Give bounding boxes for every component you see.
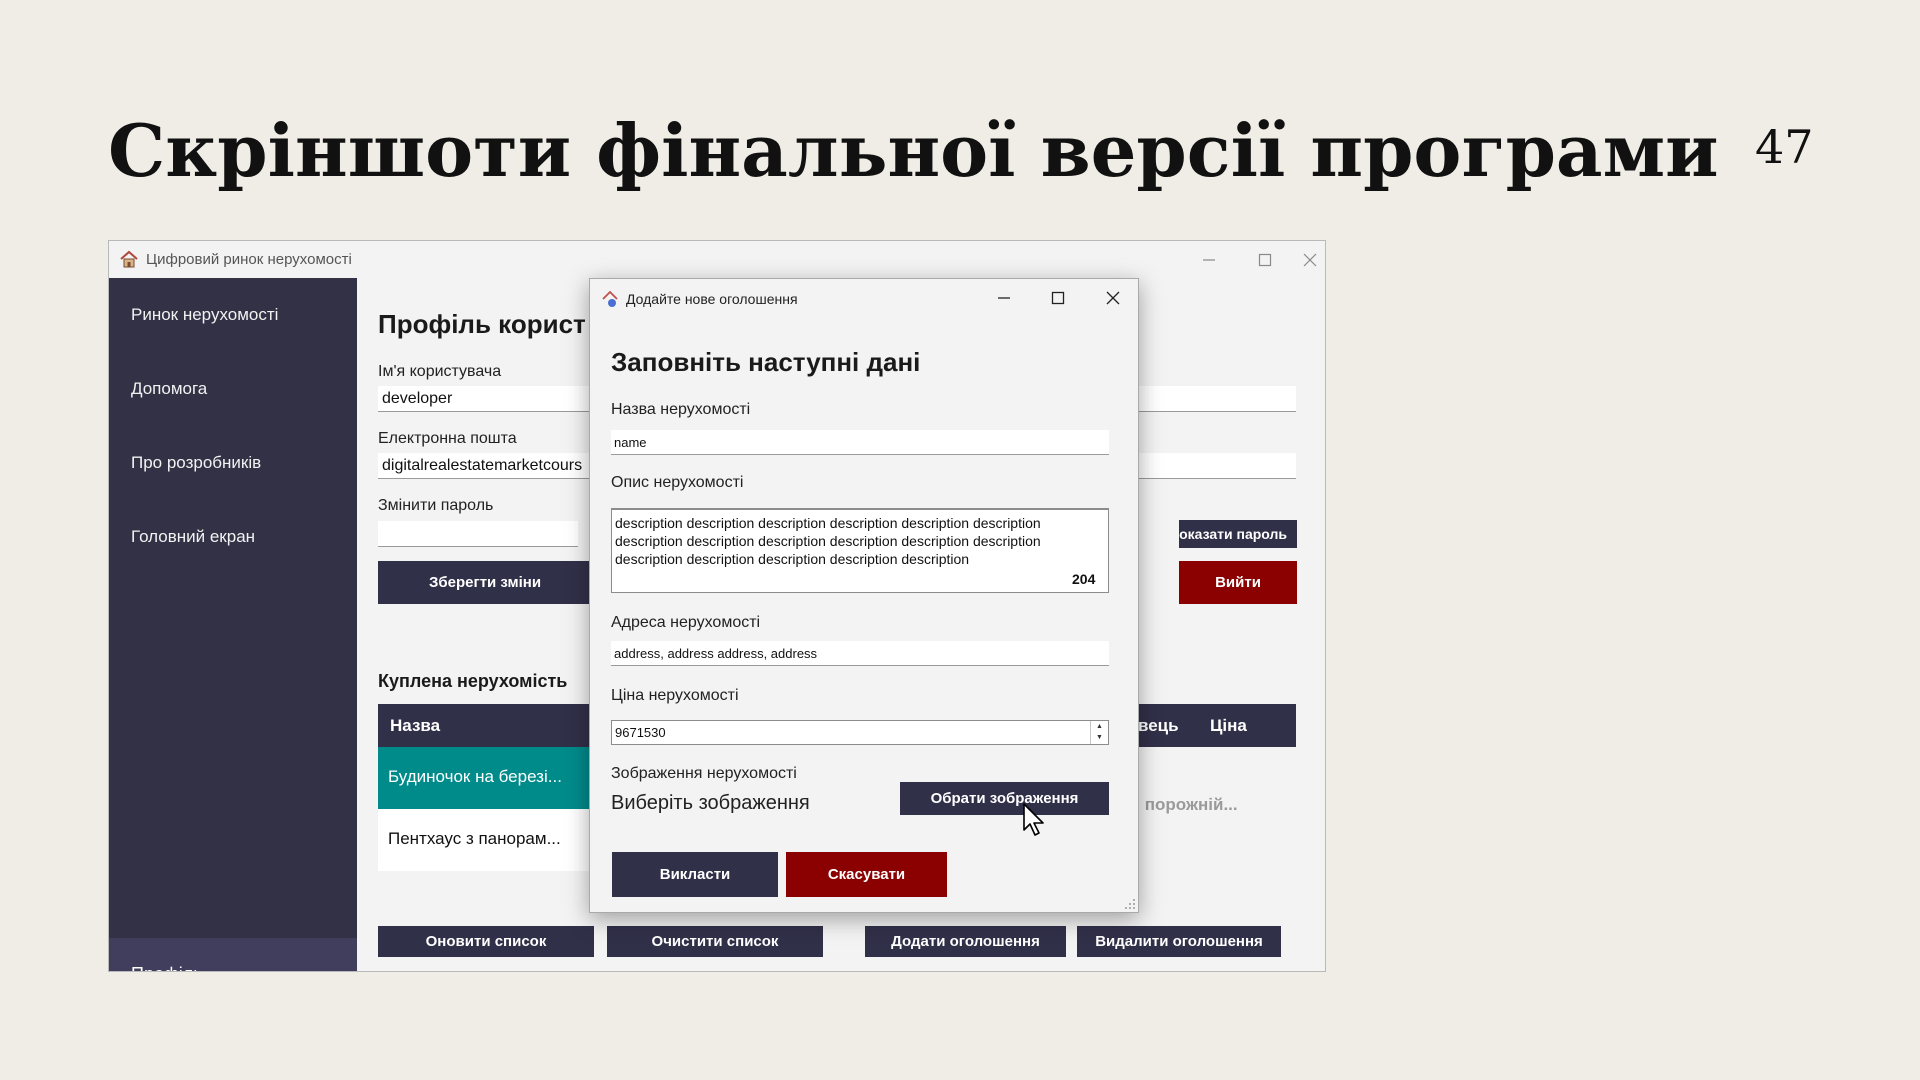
- sidebar-item-market[interactable]: Ринок нерухомості: [131, 305, 278, 325]
- column-seller: вець: [1138, 716, 1179, 735]
- cancel-button[interactable]: Скасувати: [786, 852, 947, 897]
- add-listing-button[interactable]: Додати оголошення: [865, 926, 1066, 957]
- stepper-buttons: ▲ ▼: [1090, 721, 1108, 744]
- choose-image-button[interactable]: Обрати зображення: [900, 782, 1109, 815]
- empty-list-text: ті порожній...: [1127, 795, 1238, 814]
- sidebar: Ринок нерухомості Допомога Про розробник…: [109, 278, 357, 971]
- minimize-icon[interactable]: [1181, 241, 1237, 278]
- column-name: Назва: [390, 716, 441, 735]
- sidebar-item-home[interactable]: Головний екран: [131, 527, 255, 547]
- password-field[interactable]: [378, 521, 578, 547]
- sidebar-item-profile[interactable]: Профіль: [109, 938, 357, 971]
- name-label: Назва нерухомості: [611, 401, 751, 418]
- chevron-up-icon[interactable]: ▲: [1091, 721, 1108, 732]
- profile-heading: Профіль корист: [378, 309, 586, 339]
- delete-listing-button[interactable]: Видалити оголошення: [1077, 926, 1281, 957]
- purchased-heading: Куплена нерухомість: [378, 671, 568, 691]
- dialog-titlebar: Додайте нове оголошення: [590, 279, 1138, 319]
- close-icon[interactable]: [1086, 279, 1138, 317]
- mouse-pointer-icon: [1023, 803, 1044, 836]
- slide-title: Скріншоти фінальної версії програми: [108, 108, 1719, 193]
- address-label: Адреса нерухомості: [611, 614, 761, 631]
- app-title: Цифровий ринок нерухомості: [146, 251, 352, 268]
- close-icon[interactable]: [1293, 241, 1325, 278]
- house-icon: [120, 250, 138, 268]
- image-placeholder-text: Виберіть зображення: [611, 792, 810, 814]
- image-label: Зображення нерухомості: [611, 765, 797, 782]
- maximize-icon[interactable]: [1237, 241, 1293, 278]
- house-icon: [602, 290, 618, 307]
- dialog-title: Додайте нове оголошення: [626, 291, 798, 307]
- username-label: Ім'я користувача: [378, 363, 502, 380]
- app-titlebar: Цифровий ринок нерухомості: [109, 241, 1325, 278]
- logout-button[interactable]: Вийти: [1179, 561, 1297, 604]
- description-label: Опис нерухомості: [611, 474, 744, 491]
- slide-page-number: 47: [1755, 120, 1814, 174]
- column-price: Ціна: [1210, 716, 1247, 735]
- table-row[interactable]: Пентхаус з панорам...: [378, 809, 590, 871]
- sidebar-item-developers[interactable]: Про розробників: [131, 453, 261, 473]
- add-listing-dialog: Додайте нове оголошення Заповніть наступ…: [589, 278, 1139, 913]
- dialog-heading: Заповніть наступні дані: [611, 347, 921, 377]
- sidebar-item-profile-label: Профіль: [131, 964, 203, 971]
- row-title: Пентхаус з панорам...: [388, 829, 561, 848]
- email-label: Електронна пошта: [378, 430, 517, 447]
- row-title: Будиночок на березі...: [388, 767, 562, 786]
- password-label: Змінити пароль: [378, 497, 494, 514]
- price-stepper[interactable]: ▲ ▼: [611, 720, 1109, 745]
- minimize-icon[interactable]: [977, 279, 1031, 317]
- price-field[interactable]: [612, 721, 1090, 744]
- sidebar-item-help[interactable]: Допомога: [131, 379, 207, 399]
- chevron-down-icon[interactable]: ▼: [1091, 732, 1108, 743]
- show-password-button[interactable]: оказати пароль: [1179, 520, 1297, 548]
- publish-button[interactable]: Викласти: [612, 852, 778, 897]
- description-field[interactable]: description description description desc…: [611, 508, 1109, 593]
- save-changes-button[interactable]: Зберегти зміни: [378, 561, 592, 604]
- address-field[interactable]: [611, 641, 1109, 666]
- maximize-icon[interactable]: [1031, 279, 1085, 317]
- name-field[interactable]: [611, 430, 1109, 455]
- clear-list-button[interactable]: Очистити список: [607, 926, 823, 957]
- resize-grip-icon[interactable]: [1124, 898, 1136, 910]
- price-label: Ціна нерухомості: [611, 687, 739, 704]
- table-row[interactable]: Будиночок на березі...: [378, 747, 590, 809]
- refresh-list-button[interactable]: Оновити список: [378, 926, 594, 957]
- char-counter: 204: [1072, 571, 1096, 587]
